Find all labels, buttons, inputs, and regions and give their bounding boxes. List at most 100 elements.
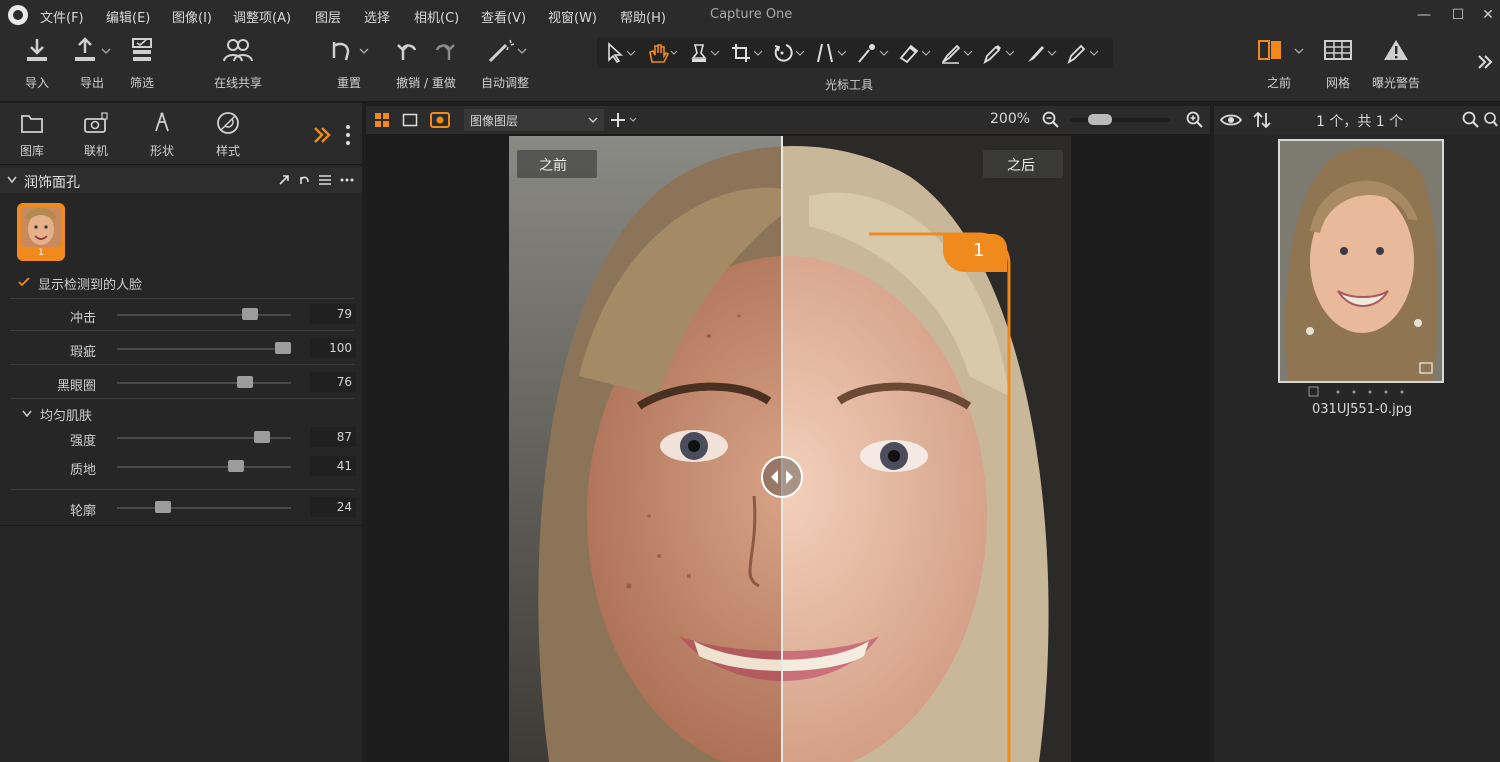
slider-track[interactable] [117,466,291,468]
slider-track[interactable] [117,348,291,350]
menu-camera[interactable]: 相机(C) [414,7,459,26]
slider-thumb[interactable] [154,501,171,513]
share-button[interactable]: 在线共享 [204,36,272,91]
menu-view[interactable]: 查看(V) [481,7,526,26]
color-picker-icon[interactable] [981,42,1017,64]
menu-help[interactable]: 帮助(H) [620,7,666,26]
split-divider[interactable] [781,136,783,762]
slider-track[interactable] [117,382,291,384]
loupe-icon[interactable] [687,42,723,64]
add-layer-icon[interactable] [610,111,640,129]
auto-adjust-button[interactable]: 自动调整 [474,36,536,91]
annotate-pen-icon[interactable] [1065,42,1101,64]
eye-icon[interactable] [1220,112,1242,128]
multi-view-icon[interactable] [374,112,390,128]
zoom-slider-thumb[interactable] [1088,114,1112,125]
gradient-mask-icon[interactable] [939,42,975,64]
zoom-out-icon[interactable] [1042,111,1060,129]
divider [10,364,354,365]
before-after-button[interactable]: 之前 [1248,36,1310,91]
slider-strength[interactable]: 强度 87 [0,424,362,452]
tab-shape[interactable]: 形状 [137,111,187,159]
slider-thumb[interactable] [275,342,291,354]
exposure-warning-button[interactable]: 曝光警告 [1366,36,1426,91]
slider-blemish[interactable]: 瑕疵 100 [0,335,362,363]
slider-thumb[interactable] [227,460,244,472]
rotate-icon[interactable] [771,42,807,64]
menu-window[interactable]: 视窗(W) [548,7,597,26]
split-handle[interactable] [761,456,803,498]
show-faces-label: 显示检测到的人脸 [38,278,143,293]
menu-select[interactable]: 选择 [364,7,390,26]
menu-lines-icon[interactable] [318,174,332,186]
slider-track[interactable] [117,507,291,509]
filter-button[interactable]: 筛选 [124,36,160,91]
tab-tethered-label: 联机 [83,144,108,158]
slider-impact[interactable]: 冲击 79 [0,301,362,329]
slider-dark-circles[interactable]: 黑眼圈 76 [0,369,362,397]
slider-impact-value[interactable]: 79 [310,304,356,324]
maximize-button[interactable]: ☐ [1444,4,1472,26]
slider-thumb[interactable] [254,431,271,443]
close-button[interactable]: ✕ [1474,4,1500,26]
select-cursor-icon[interactable] [603,42,639,64]
menu-file[interactable]: 文件(F) [40,7,84,26]
tab-styles[interactable]: 样式 [203,111,253,159]
more-tabs-icon[interactable] [312,125,334,145]
thumbnail-card[interactable] [1278,139,1444,383]
search-icon[interactable] [1462,111,1480,129]
panel-menu-icon[interactable] [343,123,353,147]
menu-image[interactable]: 图像(I) [172,7,212,26]
grid-button[interactable]: 网格 [1318,36,1358,91]
undo-redo-button[interactable]: 撤销 / 重做 [388,36,464,91]
slider-blemish-value[interactable]: 100 [310,338,356,358]
slider-thumb[interactable] [237,376,254,388]
expand-icon[interactable] [278,174,290,186]
spot-removal-icon[interactable] [855,42,891,64]
retouch-face-header[interactable]: 润饰面孔 [0,167,362,193]
slider-dark-circles-value[interactable]: 76 [310,372,356,392]
slider-contour[interactable]: 轮廓 24 [0,494,362,522]
eraser-icon[interactable] [897,42,933,64]
image-viewer[interactable]: 之前 之后 1 [366,134,1210,762]
slider-contour-value[interactable]: 24 [310,497,356,517]
collapse-chevron-icon[interactable] [7,176,17,184]
browser-menu-icon[interactable] [1484,111,1498,129]
rating-dots[interactable] [1308,386,1416,398]
share-label: 在线共享 [213,76,262,90]
export-label: 导出 [79,76,104,90]
exposure-warning-label: 曝光警告 [1371,76,1420,90]
import-button[interactable]: 导入 [16,36,58,91]
layer-select[interactable]: 图像图层 [464,109,604,131]
slider-strength-value[interactable]: 87 [310,427,356,447]
toolbar-overflow-icon[interactable] [1476,54,1494,70]
face-marker[interactable]: 1 [943,234,1007,272]
menu-edit[interactable]: 编辑(E) [106,7,150,26]
slider-texture[interactable]: 质地 41 [0,453,362,481]
sort-icon[interactable] [1252,111,1272,129]
zoom-slider-track[interactable] [1070,118,1170,122]
tab-library[interactable]: 图库 [7,111,57,159]
slider-thumb[interactable] [241,308,258,320]
slider-track[interactable] [117,314,291,316]
reset-button[interactable]: 重置 [326,36,372,91]
single-view-icon[interactable] [402,112,418,128]
menu-adjustments[interactable]: 调整项(A) [233,7,291,26]
menu-layers[interactable]: 图层 [315,7,341,26]
keystone-icon[interactable] [813,42,849,64]
zoom-in-icon[interactable] [1186,111,1204,129]
detected-face-thumbnail[interactable]: 1 [17,203,65,261]
tab-tethered[interactable]: 联机 [71,111,121,159]
zoom-level[interactable]: 200% [990,111,1030,127]
export-button[interactable]: 导出 [68,36,116,91]
reset-tool-icon[interactable] [298,174,310,186]
compare-view-icon[interactable] [430,111,450,129]
chevron-down-icon [588,117,598,123]
before-after-image[interactable]: 之前 之后 1 [509,136,1071,762]
crop-icon[interactable] [729,42,765,64]
slider-texture-value[interactable]: 41 [310,456,356,476]
pan-hand-icon[interactable] [645,42,681,64]
minimize-button[interactable]: — [1410,4,1438,26]
brush-icon[interactable] [1023,42,1059,64]
more-options-icon[interactable] [340,178,354,182]
